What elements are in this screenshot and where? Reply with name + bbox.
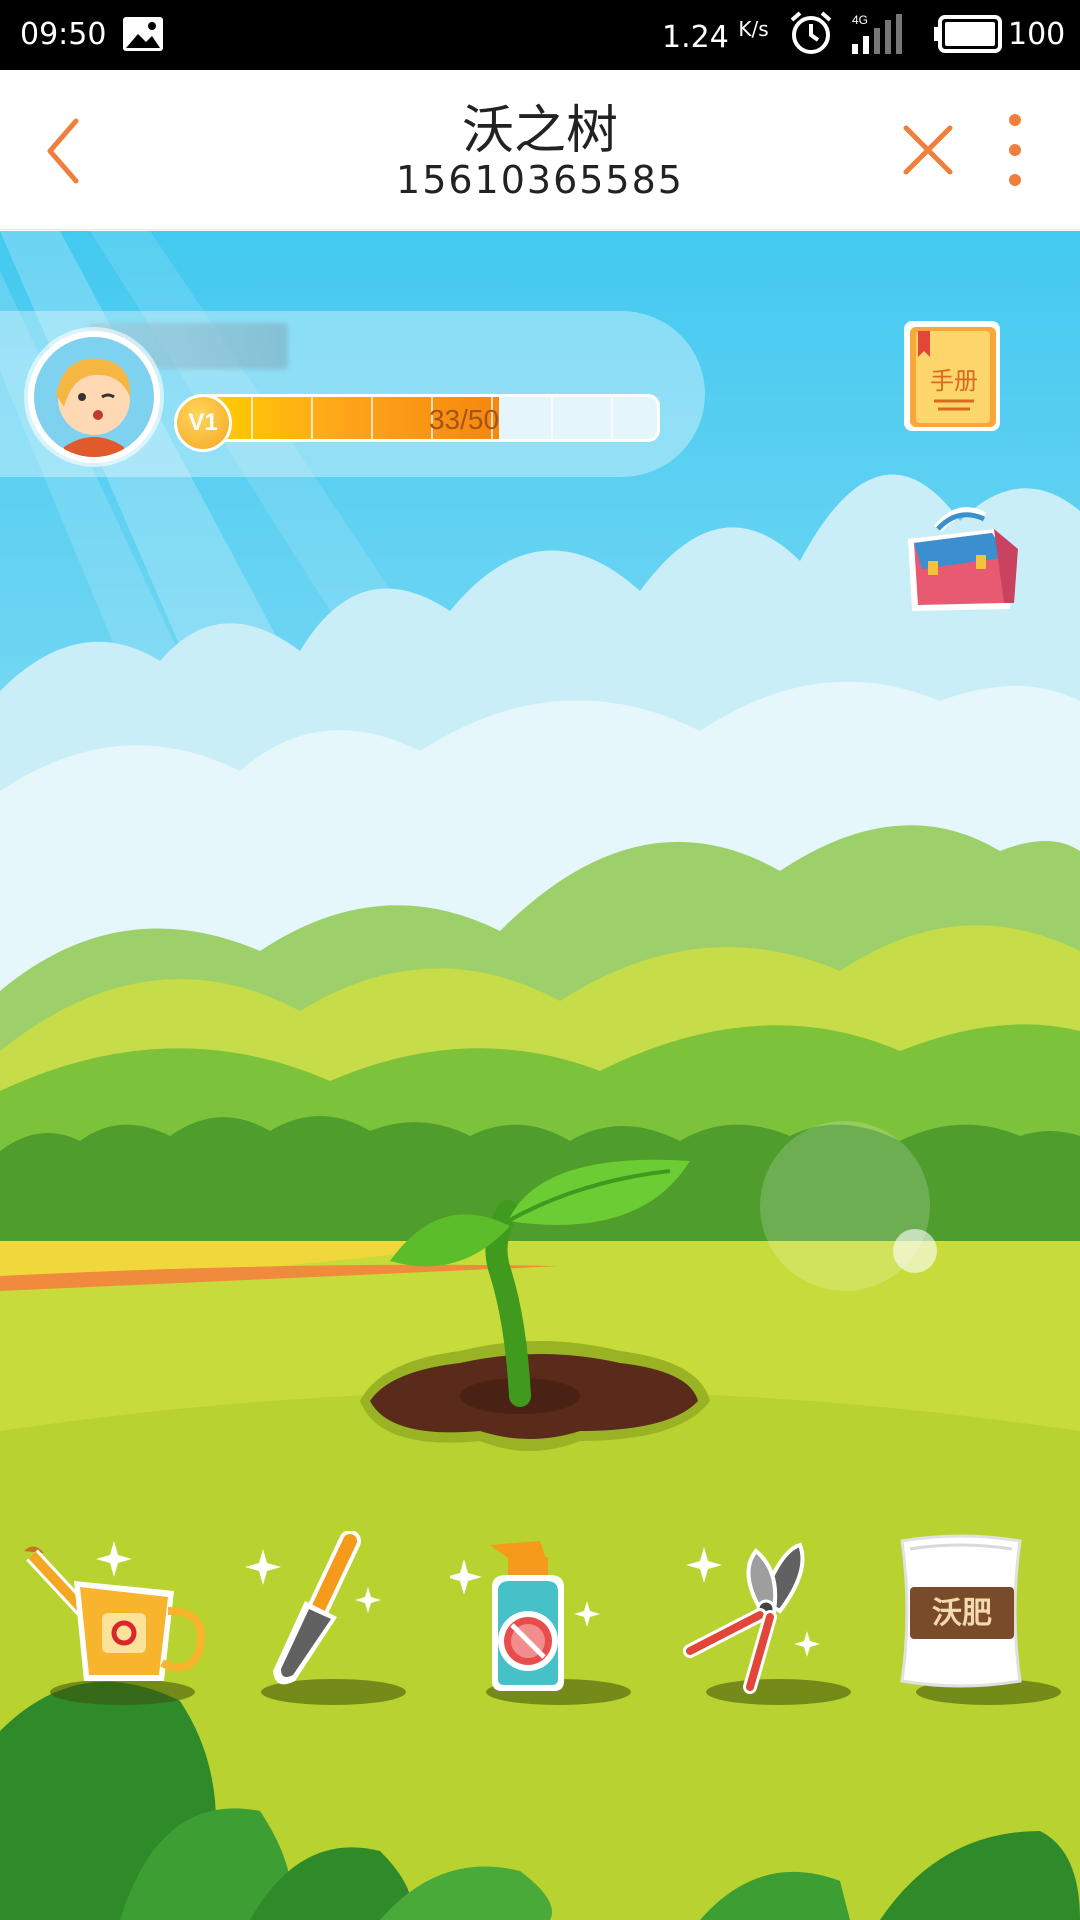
svg-text:沃肥: 沃肥 [932, 1596, 992, 1631]
status-bar: 09:50 1.24 K/s 4G 100 [0, 0, 1080, 70]
pruning-shears-icon [683, 1542, 820, 1694]
shovel-icon [245, 1531, 381, 1685]
signal-icon: 4G [852, 13, 902, 54]
more-icon[interactable] [1000, 110, 1030, 190]
fertilizer-tool[interactable]: 沃肥 [880, 1531, 1061, 1711]
fertilizer-bag-icon: 沃肥 [900, 1534, 1022, 1688]
svg-text:4G: 4G [852, 13, 868, 27]
game-scene[interactable]: 33/50 V1 手册 沃肥 [0, 231, 1080, 1920]
backpack-icon[interactable] [898, 499, 1030, 619]
net-speed: 1.24 K/s [662, 17, 769, 55]
svg-text:手册: 手册 [930, 367, 978, 395]
level-badge: V1 [174, 394, 232, 452]
handbook-icon[interactable]: 手册 [900, 317, 1004, 435]
pruning-shears-tool[interactable] [670, 1531, 851, 1711]
shovel-tool[interactable] [225, 1531, 406, 1711]
sapling-plant[interactable] [340, 1151, 740, 1471]
avatar-icon [34, 337, 154, 457]
battery-icon [934, 15, 1002, 53]
photo-icon [123, 17, 163, 51]
watering-can-icon [24, 1541, 205, 1681]
alarm-icon [790, 11, 832, 54]
pesticide-spray-tool[interactable] [450, 1531, 631, 1711]
watering-can-tool[interactable] [14, 1531, 205, 1711]
status-time: 09:50 [20, 17, 107, 52]
pesticide-spray-icon [450, 1541, 600, 1691]
xp-progress-bar: 33/50 [188, 394, 660, 442]
battery-level: 100 [1008, 17, 1066, 52]
xp-text: 33/50 [428, 404, 500, 435]
close-icon[interactable] [898, 120, 958, 180]
avatar[interactable] [28, 331, 160, 463]
title-bar: 沃之树 15610365585 [0, 70, 1080, 230]
